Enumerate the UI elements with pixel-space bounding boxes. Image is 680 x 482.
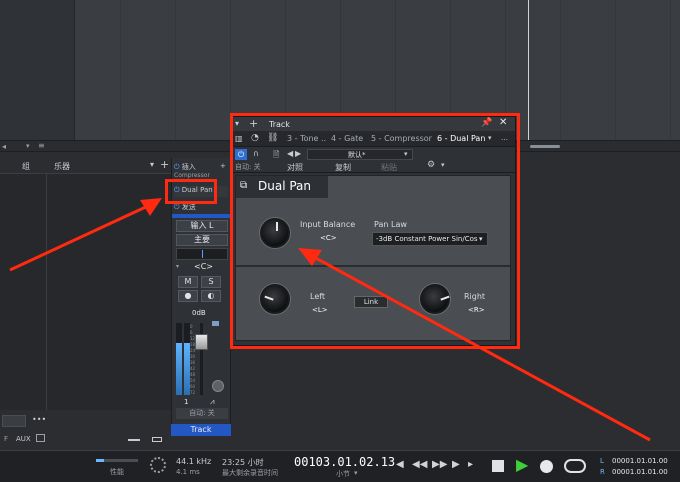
position-label: 小节 bbox=[336, 470, 350, 478]
arrow-line-right bbox=[311, 254, 651, 442]
return-to-zero-icon[interactable]: ◀ bbox=[396, 459, 404, 470]
transport-bar: 性能 44.1 kHz 4.1 ms 23:25 小时 最大剩余录音时间 001… bbox=[0, 450, 680, 482]
stop-button[interactable] bbox=[492, 460, 504, 472]
loop-start-icon[interactable]: ▶ bbox=[452, 459, 460, 470]
loop-end-time[interactable]: 00001.01.01.00 bbox=[612, 468, 668, 476]
loop-right-label: R bbox=[600, 468, 605, 476]
record-button[interactable] bbox=[540, 460, 553, 473]
fast-forward-icon[interactable]: ▶▶ bbox=[432, 459, 447, 470]
performance-label: 性能 bbox=[110, 468, 124, 476]
loop-start-time[interactable]: 00001.01.01.00 bbox=[612, 457, 668, 465]
arrow-head-right bbox=[298, 248, 322, 266]
play-button[interactable]: ▶ bbox=[516, 455, 528, 474]
record-time-label: 最大剩余录音时间 bbox=[222, 469, 278, 477]
rewind-icon[interactable]: ◀◀ bbox=[412, 459, 427, 470]
performance-meter bbox=[96, 459, 138, 462]
performance-meter-fill bbox=[96, 459, 104, 462]
loop-button[interactable] bbox=[564, 459, 586, 473]
chevron-down-icon[interactable]: ▾ bbox=[354, 469, 358, 477]
sample-rate: 44.1 kHz bbox=[176, 457, 212, 466]
latency: 4.1 ms bbox=[176, 468, 200, 476]
loop-end-icon[interactable]: ▸ bbox=[468, 459, 473, 470]
sync-icon[interactable] bbox=[150, 457, 166, 473]
record-time: 23:25 小时 bbox=[222, 458, 264, 467]
annotation-arrows bbox=[9, 198, 651, 442]
loop-left-label: L bbox=[600, 457, 604, 465]
arrow-line-left bbox=[9, 203, 151, 272]
position-display[interactable]: 00103.01.02.13 bbox=[294, 455, 395, 469]
